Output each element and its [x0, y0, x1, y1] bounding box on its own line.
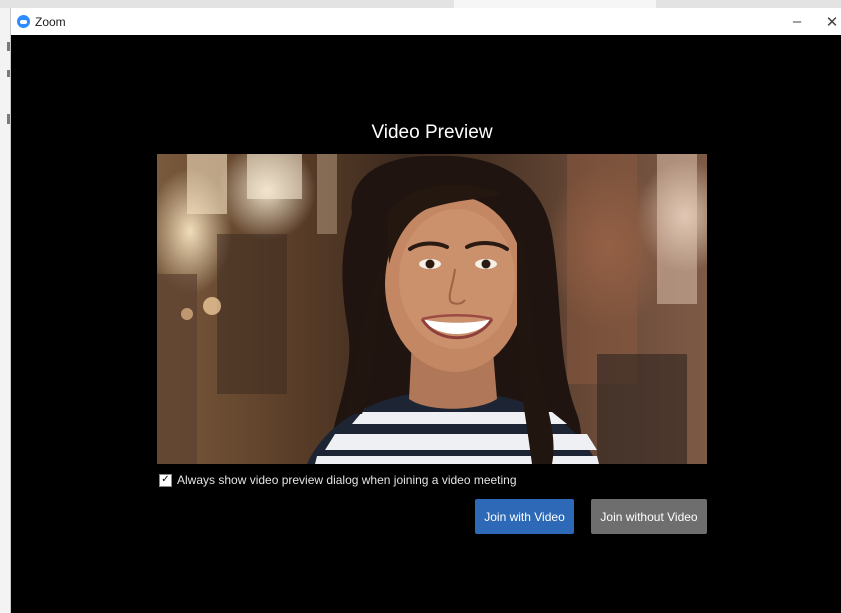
always-show-preview-option[interactable]: ✓ Always show video preview dialog when …	[159, 473, 517, 487]
zoom-logo-icon	[17, 15, 30, 28]
window-title: Zoom	[35, 15, 66, 29]
always-show-label: Always show video preview dialog when jo…	[177, 473, 517, 487]
minimize-button[interactable]: –	[781, 8, 813, 35]
minimize-icon: –	[792, 13, 802, 30]
always-show-checkbox[interactable]: ✓	[159, 473, 172, 487]
background-window-edge	[0, 0, 841, 8]
camera-image	[157, 154, 697, 464]
zoom-preview-window: Zoom – ✕ Video Preview ✓ Always show vid…	[11, 8, 841, 613]
desktop-mark	[7, 70, 10, 77]
join-without-video-button[interactable]: Join without Video	[591, 499, 707, 534]
checkmark-icon: ✓	[161, 474, 170, 485]
close-button[interactable]: ✕	[816, 8, 841, 35]
camera-video-feed	[157, 154, 707, 464]
join-with-video-button[interactable]: Join with Video	[475, 499, 574, 534]
desktop-mark	[7, 42, 10, 51]
desktop-mark	[7, 114, 10, 124]
close-icon: ✕	[825, 13, 839, 31]
video-preview-title: Video Preview	[371, 122, 493, 143]
title-bar[interactable]: Zoom – ✕	[11, 8, 841, 35]
